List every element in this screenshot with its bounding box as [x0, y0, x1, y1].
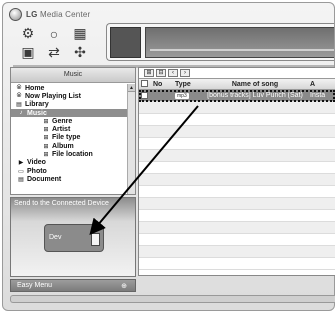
photo-icon: ▭: [18, 168, 24, 175]
table-row[interactable]: mp3 [bonus tracks] Luv Punch (Sat) Insta: [139, 90, 335, 102]
app-subtitle: Media Center: [39, 9, 91, 19]
empty-row: [139, 126, 335, 138]
empty-row: [139, 234, 335, 246]
sidebar-item-label: Document: [27, 175, 62, 183]
expand-icon: ⊞: [43, 135, 49, 142]
device-label: Dev: [49, 234, 62, 241]
sidebar-item-album[interactable]: ⊞ Album: [11, 142, 127, 150]
expand-all-icon[interactable]: ⊞: [144, 69, 154, 77]
forward-icon[interactable]: ›: [180, 69, 190, 77]
sidebar-item-file-type[interactable]: ⊞ File type: [11, 134, 127, 142]
scroll-up-icon[interactable]: ▲: [128, 84, 135, 92]
row-type: mp3: [175, 93, 189, 99]
app-title: LG Media Center: [26, 10, 90, 19]
search-icon[interactable]: ○: [43, 25, 65, 42]
sidebar-item-genre[interactable]: ⊞ Genre: [11, 117, 127, 125]
library-icon[interactable]: ▦: [69, 25, 91, 42]
home-icon: ⦾: [16, 84, 22, 91]
empty-row: [139, 174, 335, 186]
sidebar-item-label: Video: [27, 159, 46, 167]
sidebar-item-label: Home: [25, 84, 45, 92]
toolbar: ⚙ ○ ▦ ▣ ⇄ ✣: [17, 25, 97, 61]
sidebar-item-artist[interactable]: ⊞ Artist: [11, 125, 127, 133]
sidebar-item-label: File location: [52, 151, 93, 159]
sidebar-item-label: Library: [25, 101, 49, 109]
sidebar-item-label: Album: [52, 142, 74, 150]
easy-menu-icon[interactable]: ⊕: [121, 282, 127, 290]
empty-row: [139, 222, 335, 234]
progress-track[interactable]: [150, 49, 334, 51]
expand-icon: ⊞: [43, 152, 49, 159]
sidebar-header: Music: [11, 68, 135, 83]
document-icon: ▤: [18, 176, 24, 183]
sidebar-item-photo[interactable]: ▭ Photo: [11, 167, 127, 175]
empty-row: [139, 162, 335, 174]
column-name[interactable]: Name of song: [200, 81, 308, 88]
lg-logo: [9, 7, 22, 21]
row-checkbox[interactable]: [139, 91, 151, 99]
back-icon[interactable]: ‹: [168, 69, 178, 77]
empty-row: [139, 186, 335, 198]
column-artist[interactable]: A: [308, 81, 335, 88]
app-brand: LG: [26, 9, 38, 19]
select-all-checkbox[interactable]: [139, 80, 151, 88]
sidebar-item-library[interactable]: ▤ Library: [11, 101, 127, 109]
sidebar-item-label: Now Playing List: [25, 92, 82, 100]
list-nav: ⊞ ⊟ ‹ ›: [139, 68, 335, 78]
disc-icon[interactable]: ✣: [69, 44, 91, 61]
empty-rows: [139, 102, 335, 270]
column-no[interactable]: No: [151, 81, 173, 88]
album-art: [110, 27, 141, 58]
now-playing-display: [145, 27, 334, 58]
title-bar: LG Media Center: [9, 7, 90, 21]
song-list-panel: ⊞ ⊟ ‹ › No Type Name of song A mp3 [bonu…: [138, 67, 335, 276]
expand-icon: ⊞: [43, 127, 49, 134]
video-icon: ▶: [18, 160, 24, 167]
list-header: No Type Name of song A: [139, 78, 335, 90]
library-icon: ▤: [16, 102, 22, 109]
empty-row: [139, 102, 335, 114]
dragged-file-icon: [91, 233, 100, 246]
row-name: [bonus tracks] Luv Punch (Sat): [207, 92, 303, 99]
sidebar-item-home[interactable]: ⦾ Home: [11, 84, 127, 92]
send-panel-title: Send to the Connected Device: [14, 200, 109, 207]
sidebar-item-label: Genre: [52, 117, 73, 125]
sidebar-item-now-playing[interactable]: ⦾ Now Playing List: [11, 92, 127, 100]
expand-icon: ⊞: [43, 118, 49, 125]
player-panel: [106, 23, 334, 61]
sidebar-item-label: Photo: [27, 167, 47, 175]
sync-icon[interactable]: ⇄: [43, 44, 65, 61]
collapse-all-icon[interactable]: ⊟: [156, 69, 166, 77]
easy-menu-label: Easy Menu: [17, 282, 53, 289]
bottom-status-bar: [10, 295, 335, 303]
sidebar-item-file-location[interactable]: ⊞ File location: [11, 150, 127, 158]
send-to-device-panel: Send to the Connected Device Dev: [10, 197, 136, 277]
row-artist: Insta: [310, 92, 326, 99]
sidebar-item-music[interactable]: ♪ Music: [11, 108, 127, 118]
sidebar-item-label: Artist: [52, 126, 71, 134]
now-playing-icon: ⦾: [16, 92, 22, 99]
empty-row: [139, 246, 335, 258]
empty-row: [139, 210, 335, 222]
sidebar-item-video[interactable]: ▶ Video: [11, 159, 127, 167]
empty-row: [139, 150, 335, 162]
sidebar-item-label: File type: [52, 134, 81, 142]
expand-icon: ⊞: [43, 143, 49, 150]
library-tree: ⦾ Home ⦾ Now Playing List ▤ Library ♪ Mu…: [11, 84, 127, 194]
sidebar-scrollbar[interactable]: ▲: [127, 84, 135, 194]
library-sidebar: Music ⦾ Home ⦾ Now Playing List ▤ Librar…: [10, 67, 136, 195]
empty-row: [139, 258, 335, 270]
empty-row: [139, 138, 335, 150]
device-drop-target[interactable]: Dev: [44, 224, 104, 252]
empty-row: [139, 114, 335, 126]
music-icon: ♪: [19, 110, 23, 117]
sidebar-item-label: Music: [27, 109, 47, 117]
column-type[interactable]: Type: [173, 81, 200, 88]
easy-menu-bar[interactable]: Easy Menu ⊕: [10, 279, 136, 292]
settings-icon[interactable]: ⚙: [17, 25, 39, 42]
sidebar-item-document[interactable]: ▤ Document: [11, 175, 127, 183]
device-icon[interactable]: ▣: [17, 44, 39, 61]
empty-row: [139, 198, 335, 210]
